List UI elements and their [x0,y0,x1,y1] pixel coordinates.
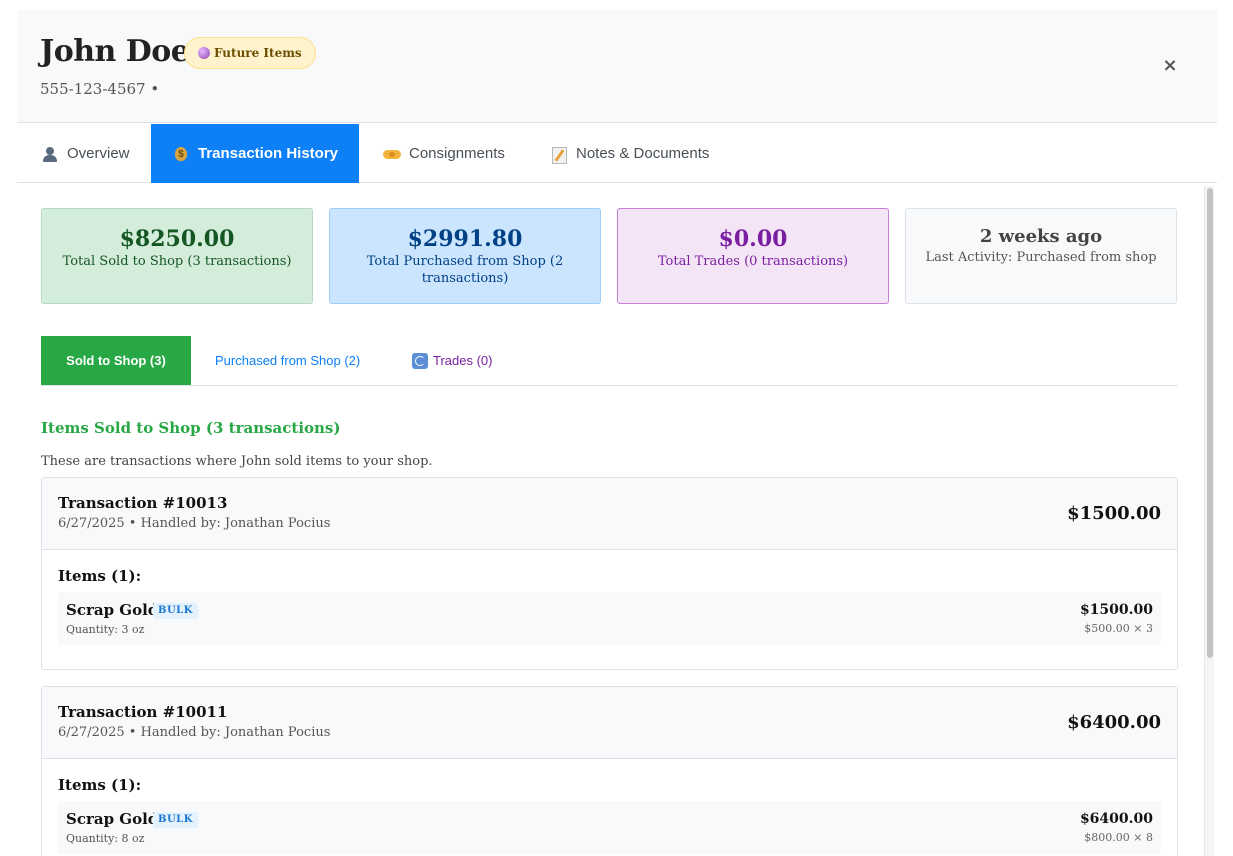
handshake-icon [383,146,401,162]
tab-consignments-label: Consignments [409,145,505,162]
items-label: Items (1): [58,776,142,794]
stat-last-activity-label: Last Activity: Purchased from shop [925,250,1157,265]
tab-notes-documents[interactable]: Notes & Documents [550,124,709,183]
list-item: Scrap Gold BULK Quantity: 8 oz $6400.00 … [58,801,1161,854]
item-price: $1500.00 [1079,602,1153,618]
memo-icon [550,146,568,164]
crystal-ball-icon [198,47,210,59]
item-quantity: Quantity: 8 oz [66,832,145,845]
item-name: Scrap Gold [66,601,159,619]
transaction-card: Transaction #10011 6/27/2025 • Handled b… [41,686,1178,856]
scrollbar-thumb[interactable] [1207,188,1213,658]
tab-overview-label: Overview [67,145,130,162]
item-name: Scrap Gold [66,810,159,828]
stat-sold-label: Total Sold to Shop (3 transactions) [62,254,292,269]
future-items-badge: Future Items [184,37,316,69]
tab-transaction-history-label: Transaction History [197,145,339,162]
stat-trades-label: Total Trades (0 transactions) [657,254,849,269]
tab-consignments[interactable]: Consignments [383,124,505,183]
transaction-id: Transaction #10013 [58,494,228,512]
item-unit-calculation: $800.00 × 8 [1084,831,1153,844]
item-price: $6400.00 [1079,811,1153,827]
transaction-total: $6400.00 [1067,712,1161,733]
transaction-meta: 6/27/2025 • Handled by: Jonathan Pocius [58,725,331,740]
stat-card-purchased: $2991.80 Total Purchased from Shop (2 tr… [329,208,601,304]
customer-modal: John Doe Future Items 555-123-4567 • × O… [17,10,1217,856]
subtab-trades[interactable]: Trades (0) [412,336,492,385]
transaction-header[interactable]: Transaction #10013 6/27/2025 • Handled b… [42,478,1177,550]
item-unit-calculation: $500.00 × 3 [1084,622,1153,635]
tab-overview[interactable]: Overview [41,124,130,183]
customer-name: John Doe [40,34,190,69]
tab-transaction-history[interactable]: Transaction History [151,124,359,183]
modal-header: John Doe Future Items 555-123-4567 • × [17,10,1217,123]
subtab-purchased-from-shop[interactable]: Purchased from Shop (2) [215,336,360,385]
stat-card-last-activity: 2 weeks ago Last Activity: Purchased fro… [905,208,1177,304]
scrollbar[interactable] [1204,186,1214,856]
bulk-badge: BULK [153,603,198,619]
bulk-badge: BULK [153,812,198,828]
stat-trades-value: $0.00 [718,226,788,252]
list-item: Scrap Gold BULK Quantity: 3 oz $1500.00 … [58,592,1161,645]
tab-content: $8250.00 Total Sold to Shop (3 transacti… [17,184,1217,856]
sync-icon [412,352,428,369]
money-bag-icon [172,146,190,162]
items-label: Items (1): [58,567,142,585]
subtab-sold-to-shop[interactable]: Sold to Shop (3) [41,336,191,385]
stat-purchased-label: Total Purchased from Shop (2 transaction… [366,254,564,286]
stat-card-sold: $8250.00 Total Sold to Shop (3 transacti… [41,208,313,304]
transaction-card: Transaction #10013 6/27/2025 • Handled b… [41,477,1178,670]
stat-purchased-value: $2991.80 [407,226,523,252]
transaction-meta: 6/27/2025 • Handled by: Jonathan Pocius [58,516,331,531]
section-title: Items Sold to Shop (3 transactions) [41,419,341,437]
main-tabs: Overview Transaction History Consignment… [17,124,1217,183]
stat-card-trades: $0.00 Total Trades (0 transactions) [617,208,889,304]
stat-last-activity-value: 2 weeks ago [979,226,1103,247]
transaction-id: Transaction #10011 [58,703,228,721]
future-items-badge-label: Future Items [214,46,302,60]
close-button[interactable]: × [1160,54,1180,78]
person-icon [41,146,59,162]
transaction-header[interactable]: Transaction #10011 6/27/2025 • Handled b… [42,687,1177,759]
section-description: These are transactions where John sold i… [41,454,433,469]
subtab-trades-label: Trades (0) [433,353,493,368]
tab-notes-documents-label: Notes & Documents [576,145,710,162]
item-quantity: Quantity: 3 oz [66,623,145,636]
transaction-total: $1500.00 [1067,503,1161,524]
customer-phone: 555-123-4567 • [40,80,160,98]
transaction-subtabs: Sold to Shop (3) Purchased from Shop (2)… [41,336,1178,386]
stat-sold-value: $8250.00 [119,226,235,252]
